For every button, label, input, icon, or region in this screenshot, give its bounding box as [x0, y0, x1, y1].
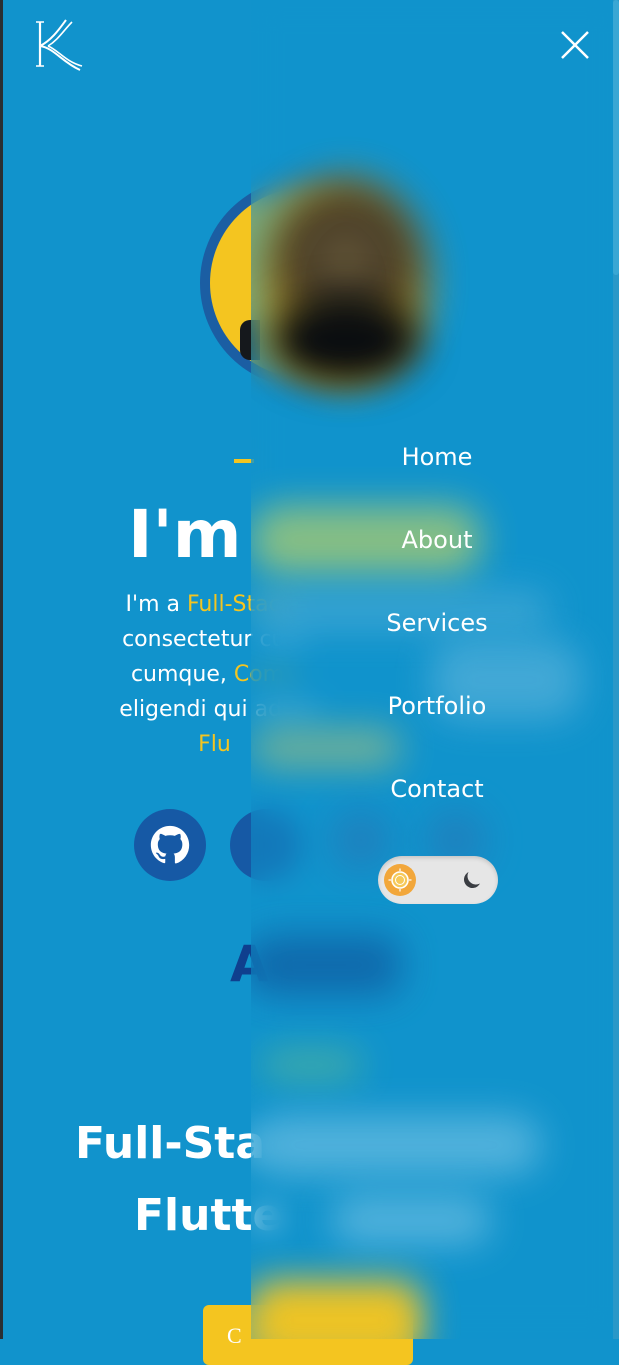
menu-item-home[interactable]: Home [251, 443, 619, 471]
scrollbar-thumb[interactable] [613, 0, 619, 275]
blurred-headline [331, 1195, 491, 1245]
blurred-accent [261, 1050, 361, 1080]
theme-toggle[interactable] [378, 856, 498, 904]
blurred-headline [251, 1115, 541, 1175]
blurred-highlight [251, 728, 401, 768]
menu-item-services[interactable]: Services [251, 609, 619, 637]
blurred-section-title [251, 935, 401, 995]
hero-intro-text: cumque, [130, 662, 234, 687]
nav-overlay: Home About Services Portfolio Contact [251, 0, 619, 1339]
menu-item-contact[interactable]: Contact [251, 775, 619, 803]
menu-item-portfolio[interactable]: Portfolio [251, 692, 619, 720]
blurred-social [331, 810, 391, 870]
blurred-button [251, 1280, 421, 1339]
kk-monogram-logo[interactable] [34, 18, 84, 72]
hero-intro-highlight: Flu [198, 732, 231, 757]
blurred-avatar-shadow [271, 295, 421, 385]
hero-intro-text: I'm a [125, 592, 187, 617]
close-icon[interactable] [556, 26, 594, 64]
hero-title: I'm [128, 496, 242, 573]
menu-item-about[interactable]: About [251, 526, 619, 554]
moon-icon [464, 872, 480, 888]
sun-icon [384, 864, 416, 896]
github-icon[interactable] [134, 809, 206, 881]
